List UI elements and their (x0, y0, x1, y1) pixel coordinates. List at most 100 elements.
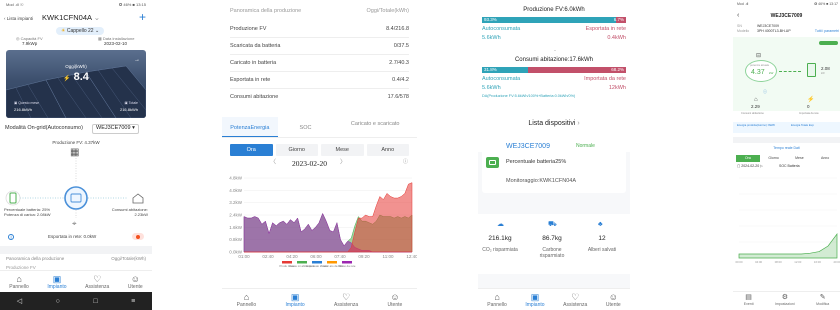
cons-left-value: 5.6kWh (482, 85, 501, 91)
status-bar-left: Mod .ıll (737, 2, 749, 6)
period-day[interactable]: Giorno (275, 144, 318, 156)
period-year[interactable]: Anno (366, 144, 409, 156)
tab-utente[interactable]: ☺ Utente (606, 292, 621, 310)
screen-energy-summary: Produzione FV:6.0kWh 93.3% 6.7% Autocons… (478, 0, 630, 310)
info-icon[interactable]: ⓘ (763, 90, 767, 94)
back-button[interactable]: ‹ Lista impianti (4, 16, 33, 22)
soc-chart: 00:00 04:00 08:00 12:00 16:00 20:00 (736, 177, 840, 264)
stat-label: CO₂ risparmiata (482, 247, 518, 253)
tab-pannello[interactable]: ⌂ Pannello (487, 292, 506, 310)
chart-tab-soc[interactable]: SOC Batteria (779, 164, 800, 169)
nav-menu-icon[interactable]: ≡ (131, 298, 135, 305)
y-tick-label: 4.0kW (229, 188, 243, 193)
device-selector[interactable]: WEJ3CE7009 ▾ (92, 124, 139, 134)
total-label-text: Totale (128, 101, 138, 105)
tab-edit[interactable]: ✎ Modifica (816, 294, 829, 310)
nav-back-icon[interactable]: ◁ (17, 297, 22, 305)
nav-recent-icon[interactable]: □ (93, 298, 97, 305)
tab-impianto[interactable]: ▣ Impianto (285, 292, 304, 310)
info-icon[interactable]: i (8, 234, 14, 241)
battery-device-icon (486, 157, 499, 168)
tab-power-energy[interactable]: PotenzaEnergia (222, 117, 278, 137)
tree-icon: ♣ (598, 221, 603, 228)
pv-left-value: 5.6kWh (482, 35, 501, 41)
period-hour[interactable]: Ora (230, 144, 273, 156)
user-icon: ☺ (390, 292, 400, 302)
x-tick-label: 08:00 (775, 260, 782, 264)
inverter-icon: ⊟ (756, 53, 762, 59)
next-date-button[interactable]: 〉 (340, 160, 346, 166)
prev-date-button[interactable]: 〈 (270, 160, 276, 166)
energy-exported: Energia Totale Esp: (791, 124, 815, 127)
grid-export: Esportata in rete: 0.0kW (48, 234, 97, 239)
period-year[interactable]: Anno (813, 155, 837, 162)
power-chart: 4.8kW4.0kW3.2kW2.4kW1.6kW0.8kW0.0kW01:00… (229, 176, 417, 269)
stat-label: Carbone risparmiato (539, 247, 565, 259)
period-month[interactable]: Mese (321, 144, 364, 156)
home-icon: ⌂ (494, 292, 500, 302)
stat-value: 216.1kg (488, 235, 512, 242)
weather-badge: ☀ Cappello 22 ⌄ (56, 27, 105, 35)
today-value: ⚡ 8.4 (6, 72, 146, 83)
y-tick-label: 0.8kW (229, 237, 243, 242)
x-tick-label: 11:00 (383, 254, 394, 259)
grid-tower-icon: ⚡ (807, 97, 815, 103)
tab-label: Eventi (743, 302, 754, 306)
info-icon[interactable]: ⓘ (403, 160, 408, 165)
device-list-link[interactable]: Lista dispositivi › (478, 120, 630, 127)
status-bar-right: ✪ 46% ■ 13:17 (814, 2, 838, 6)
tab-settings[interactable]: ⚙ Impostazioni (775, 294, 795, 310)
tab-impianto[interactable]: ▣ Impianto (525, 292, 544, 310)
overview-unit: Oggi/Totale(kWh) (366, 8, 410, 14)
x-tick-label: 04:20 (286, 254, 298, 259)
battery-power: Potenza di carica: 2.08kW (4, 212, 51, 217)
total-value: 216.8kWh (119, 107, 138, 112)
tab-charge-discharge[interactable]: Caricato e scaricato (333, 117, 417, 137)
plant-selector[interactable]: KWK1CFN04A ⌄ (42, 14, 100, 22)
x-tick-label: 12:00 (794, 260, 801, 264)
tab-soc[interactable]: SOC (278, 117, 334, 137)
tab-impianto[interactable]: ▣ Impianto (47, 274, 66, 292)
period-day[interactable]: Giorno (762, 155, 786, 162)
model-label: Modello (737, 29, 750, 33)
overview-row-label: Produzione FV (230, 26, 267, 32)
tab-assistenza[interactable]: ♡ Assistenza (563, 292, 587, 310)
device-selector-text: WEJ3CE7009 (96, 125, 131, 131)
install-date-value: 2023-02-10 (104, 41, 128, 46)
tab-events[interactable]: ▤ Eventi (744, 294, 754, 310)
tab-assistenza[interactable]: ♡ Assistenza (334, 292, 358, 310)
today-label: Oggi(kWh) (65, 64, 87, 69)
home-icon: ⌂ (16, 274, 22, 284)
tab-pannello[interactable]: ⌂ Pannello (237, 292, 256, 310)
alarm-toggle[interactable] (132, 233, 144, 240)
load-label: Consumi abitazione (741, 112, 764, 115)
row-divider (230, 71, 409, 72)
tab-label: Impianto (285, 302, 305, 308)
tab-label: Modifica (816, 302, 830, 306)
date-picker[interactable]: ▢ 2024-02-20 ▷ (737, 164, 763, 169)
row-divider (230, 54, 409, 55)
screen-plant-overview: Mod .ıll ☉ ✪ 46% ■ 13:15 ‹ Lista impiant… (0, 0, 152, 310)
tab-label: Utente (387, 302, 403, 308)
all-params-link[interactable]: Tutti i parametri (815, 29, 839, 34)
overview-row-label: Esportata in rete (230, 77, 271, 83)
add-plant-button[interactable]: + (139, 11, 146, 23)
tab-assistenza[interactable]: ♡ Assistenza (85, 274, 109, 292)
tab-utente[interactable]: ☺ Utente (128, 274, 143, 292)
tab-pannello[interactable]: ⌂ Pannello (9, 274, 28, 292)
overview-unit: Oggi/Totale(kWh) (111, 256, 146, 261)
realtime-link[interactable]: Tempo reale Dati (733, 146, 840, 151)
nav-home-icon[interactable]: ○ (56, 298, 60, 305)
energy-card[interactable]: → Oggi(kWh) ⚡ 8.4 ▣ Questo mese 216.8kWh… (6, 50, 146, 118)
period-month[interactable]: Mese (788, 155, 812, 162)
x-tick-label: 04:00 (755, 260, 762, 264)
period-hour[interactable]: Ora (736, 155, 760, 162)
overview-title: Panoramica della produzione (230, 8, 302, 14)
formula-text: DA(Produzione FV:5.6kWh/100%+Batteria:0.… (482, 94, 576, 98)
bolt-icon: ⚡ (63, 76, 71, 82)
alarm-dot (136, 234, 140, 239)
device-name: WEJ3CE7009 (506, 143, 550, 150)
grid-tower-icon: ⌖ (72, 219, 77, 228)
status-bar-right: ✪ 46% ■ 13:15 (118, 2, 146, 7)
tab-utente[interactable]: ☺ Utente (388, 292, 403, 310)
